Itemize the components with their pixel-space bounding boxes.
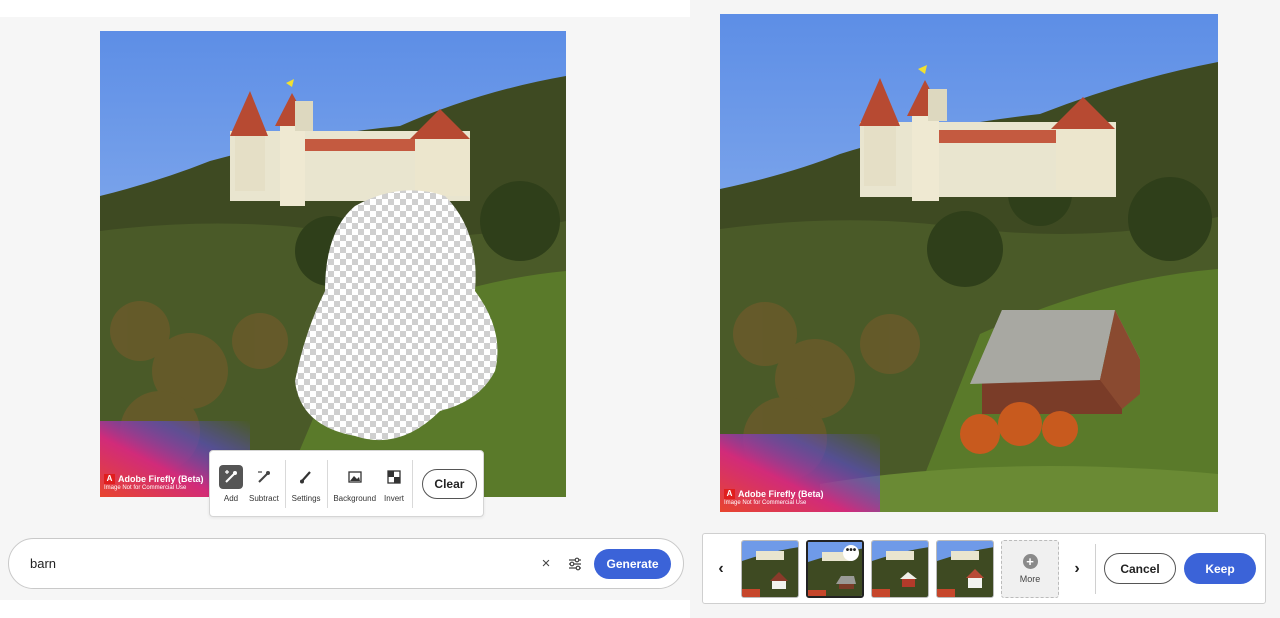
sliders-settings-icon[interactable] [564, 553, 586, 575]
brush-subtract-icon [252, 465, 276, 489]
toolbar-divider [412, 459, 413, 508]
watermark-title: Adobe Firefly (Beta) [118, 474, 204, 484]
brush-settings-icon [294, 465, 318, 489]
clear-prompt-icon[interactable]: × [536, 555, 556, 572]
tool-background[interactable]: Background [330, 458, 379, 510]
clear-button[interactable]: Clear [421, 468, 478, 499]
tool-settings[interactable]: Settings [289, 458, 324, 510]
generated-landscape-image [720, 14, 1218, 512]
landscape-image [100, 31, 566, 497]
firefly-watermark: A Adobe Firefly (Beta) Image Not for Comm… [724, 489, 824, 506]
tool-invert-label: Invert [384, 493, 405, 503]
tool-invert[interactable]: Invert [379, 458, 409, 510]
masked-image-canvas[interactable]: A Adobe Firefly (Beta) Image Not for Comm… [100, 31, 566, 497]
variation-thumbnail-4[interactable] [936, 539, 994, 598]
next-arrow-icon[interactable]: › [1067, 560, 1087, 578]
firefly-watermark: A Adobe Firefly (Beta) Image Not for Comm… [104, 474, 204, 491]
tool-settings-label: Settings [291, 493, 321, 503]
invert-icon [382, 465, 406, 489]
previous-arrow-icon[interactable]: ‹ [711, 560, 731, 578]
keep-button[interactable]: Keep [1184, 553, 1256, 584]
toolbar-divider [326, 459, 328, 508]
tool-background-label: Background [333, 493, 377, 503]
watermark-subtitle: Image Not for Commercial Use [724, 500, 807, 506]
variation-thumbnails: ••• + More [741, 539, 1059, 598]
variation-thumbnail-3[interactable] [871, 539, 929, 598]
generate-button[interactable]: Generate [594, 548, 671, 579]
watermark-title: Adobe Firefly (Beta) [738, 489, 824, 499]
generated-barn [970, 310, 1140, 414]
prompt-bar: × Generate [8, 538, 684, 589]
cancel-button[interactable]: Cancel [1104, 553, 1176, 584]
variations-bar: ‹ ••• + More › Cancel Keep [702, 533, 1266, 604]
tool-subtract[interactable]: Subtract [246, 458, 282, 510]
variation-thumbnail-2[interactable]: ••• [806, 539, 864, 598]
variations-divider [1095, 543, 1096, 594]
mask-toolbar: Add Subtract Settings Background Invert … [209, 450, 484, 517]
tool-add-label: Add [223, 493, 239, 503]
tool-subtract-label: Subtract [249, 493, 279, 503]
plus-circle-icon: + [1022, 553, 1038, 569]
variation-thumbnail-1[interactable] [741, 539, 799, 598]
image-background-icon [343, 465, 367, 489]
more-variations-button[interactable]: + More [1001, 539, 1059, 598]
tool-add[interactable]: Add [216, 458, 246, 510]
adobe-logo-icon: A [104, 474, 115, 484]
brush-add-icon [219, 464, 243, 489]
watermark-subtitle: Image Not for Commercial Use [104, 485, 187, 491]
prompt-input[interactable] [30, 556, 536, 571]
result-image-canvas: A Adobe Firefly (Beta) Image Not for Comm… [720, 14, 1218, 512]
generative-fill-comparison: A Adobe Firefly (Beta) Image Not for Comm… [0, 0, 1280, 618]
adobe-logo-icon: A [724, 489, 735, 499]
more-options-icon[interactable]: ••• [843, 544, 859, 561]
more-label: More [1019, 573, 1041, 584]
toolbar-divider [284, 459, 286, 508]
